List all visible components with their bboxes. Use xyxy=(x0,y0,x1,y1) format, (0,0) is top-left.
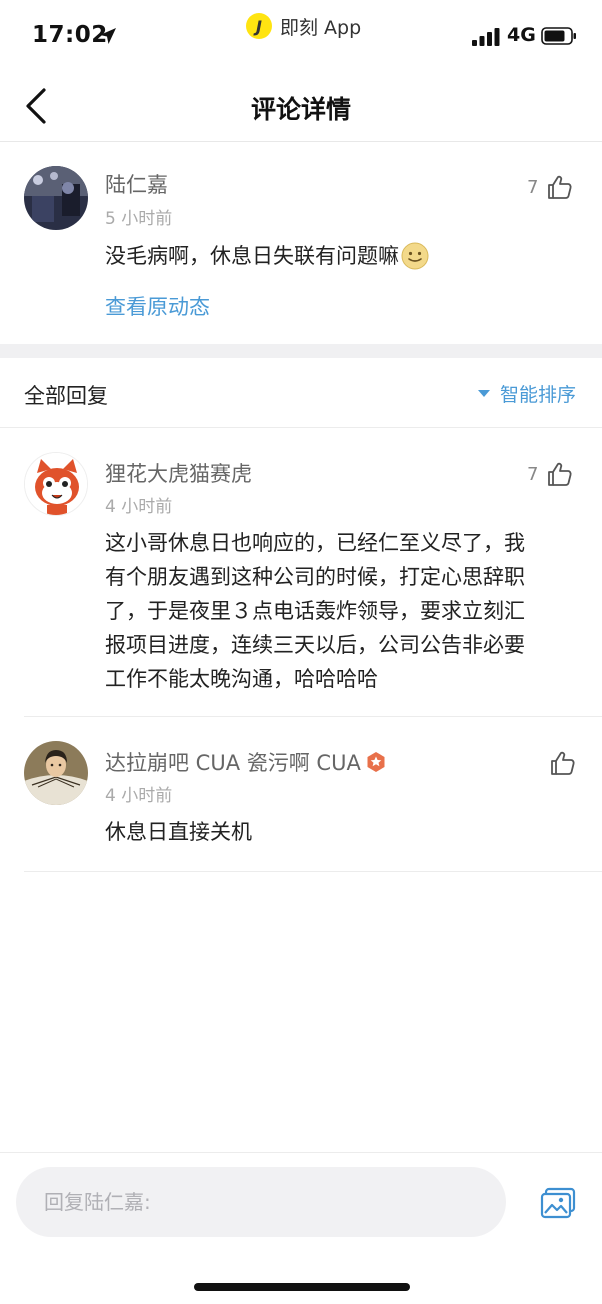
sort-label: 智能排序 xyxy=(499,384,576,406)
image-picker-icon[interactable] xyxy=(540,1187,576,1219)
like-button[interactable]: 7 xyxy=(527,174,572,200)
reply-text-line: 报项目进度，连续三天以后，公司公告非必要 xyxy=(105,633,525,657)
reply-item: 达拉崩吧 CUA 瓷污啊 CUA 4 小时前 休息日直接关机 xyxy=(0,717,602,872)
battery-icon xyxy=(541,27,576,45)
reply-item: 狸花大虎猫赛虎 4 小时前 7 这小哥休息日也响应的，已经仁至义尽了，我 有个朋… xyxy=(0,428,602,717)
like-button[interactable]: 7 xyxy=(527,461,572,487)
reply-text: 这小哥休息日也响应的，已经仁至义尽了，我 有个朋友遇到这种公司的时候，打定心思辞… xyxy=(105,526,585,696)
like-count: 7 xyxy=(527,176,539,198)
reply-text-line: 工作不能太晚沟通，哈哈哈哈 xyxy=(105,667,378,691)
reply-username[interactable]: 狸花大虎猫赛虎 xyxy=(105,458,252,488)
home-indicator xyxy=(194,1283,410,1291)
signal-icon xyxy=(472,28,500,46)
reply-input[interactable] xyxy=(16,1167,506,1237)
comment-username[interactable]: 陆仁嘉 xyxy=(105,169,168,199)
reply-username[interactable]: 达拉崩吧 CUA 瓷污啊 CUA xyxy=(105,747,361,777)
replies-header: 全部回复 智能排序 xyxy=(0,358,602,428)
smart-sort-button[interactable]: 智能排序 xyxy=(477,380,576,407)
comment-text-content: 没毛病啊，休息日失联有问题嘛 xyxy=(105,244,399,268)
avatar[interactable] xyxy=(24,166,88,230)
bottom-bar xyxy=(0,1152,602,1304)
thumbs-up-icon xyxy=(548,462,572,486)
reply-text-line: 有个朋友遇到这种公司的时候，打定心思辞职 xyxy=(105,565,525,589)
reply-text-line: 了，于是夜里３点电话轰炸领导，要求立刻汇 xyxy=(105,599,525,623)
location-arrow-icon xyxy=(100,28,116,44)
reply-time: 4 小时前 xyxy=(105,786,173,806)
thumbs-up-icon xyxy=(551,751,575,775)
comment-time: 5 小时前 xyxy=(105,209,173,229)
thumbs-up-icon xyxy=(548,175,572,199)
section-divider xyxy=(0,344,602,358)
like-button[interactable] xyxy=(549,750,575,776)
reply-username-row: 达拉崩吧 CUA 瓷污啊 CUA xyxy=(105,747,387,777)
status-time: 17:02 xyxy=(32,22,108,48)
network-type: 4G xyxy=(507,24,536,46)
app-name: 即刻 App xyxy=(280,16,362,39)
verified-badge-icon xyxy=(367,752,385,772)
like-count: 7 xyxy=(527,463,539,485)
app-badge: J 即刻 App xyxy=(246,11,361,41)
reply-text-line: 这小哥休息日也响应的，已经仁至义尽了，我 xyxy=(105,531,525,555)
cartoon-cat-avatar xyxy=(25,453,87,515)
smiling-face-emoji-icon xyxy=(401,242,429,270)
divider xyxy=(24,871,602,872)
portrait-avatar xyxy=(24,741,88,805)
app-logo-icon: J xyxy=(246,13,272,39)
caret-down-icon xyxy=(477,390,490,397)
avatar[interactable] xyxy=(24,741,88,805)
avatar-photo xyxy=(24,166,88,230)
reply-time: 4 小时前 xyxy=(105,497,173,517)
status-bar: 17:02 J 即刻 App 4G xyxy=(0,0,602,72)
view-original-link[interactable]: 查看原动态 xyxy=(105,291,210,321)
main-comment: 陆仁嘉 5 小时前 7 没毛病啊，休息日失联有问题嘛 查看原动态 xyxy=(0,142,602,344)
comment-text: 没毛病啊，休息日失联有问题嘛 xyxy=(105,239,429,273)
nav-bar: 评论详情 xyxy=(0,72,602,142)
page-title: 评论详情 xyxy=(250,95,351,124)
replies-title: 全部回复 xyxy=(24,384,108,408)
reply-text: 休息日直接关机 xyxy=(105,820,252,844)
avatar[interactable] xyxy=(24,452,88,516)
